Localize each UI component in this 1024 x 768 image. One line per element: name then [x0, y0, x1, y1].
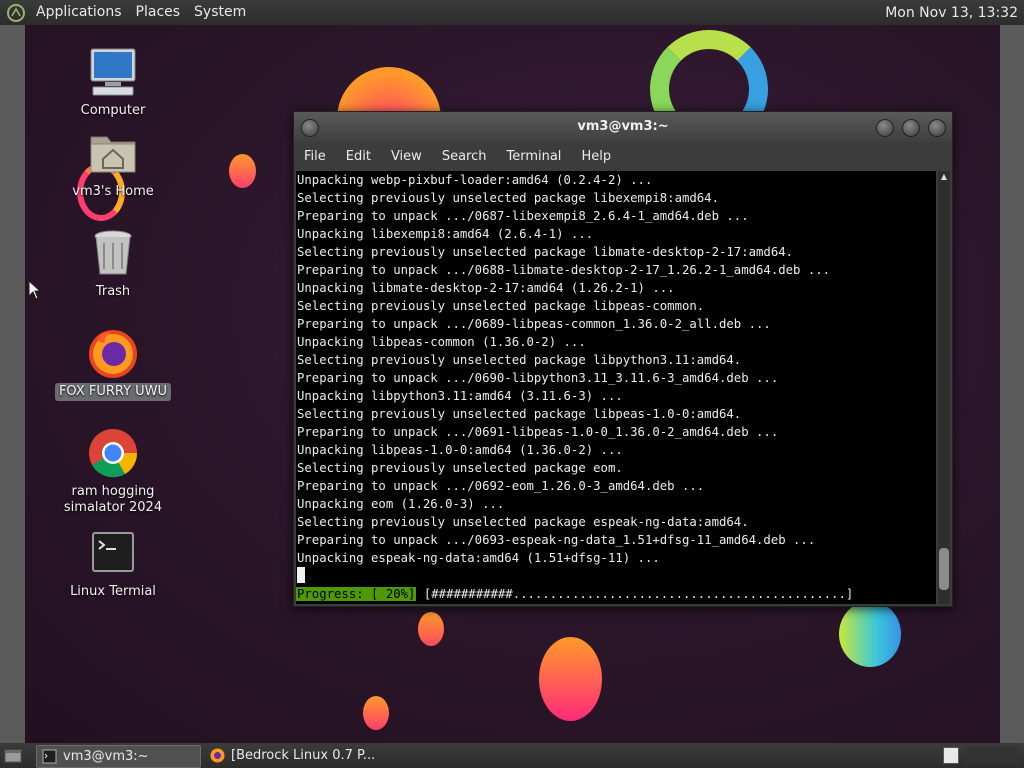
taskbar-item-label: vm3@vm3:~	[63, 749, 149, 764]
wallpaper-blob	[539, 637, 602, 721]
terminal-line: Selecting previously unselected package …	[297, 245, 794, 259]
terminal-line: Unpacking libpeas-1.0-0:amd64 (1.36.0-2)…	[297, 443, 623, 457]
terminal-icon	[92, 532, 134, 572]
terminal-line: Unpacking eom (1.26.0-3) ...	[297, 497, 505, 511]
terminal-line: Preparing to unpack .../0691-libpeas-1.0…	[297, 425, 779, 439]
terminal-line: Preparing to unpack .../0687-libexempi8_…	[297, 209, 749, 223]
home-folder-icon	[90, 136, 136, 173]
terminal-line: Preparing to unpack .../0692-eom_1.26.0-…	[297, 479, 705, 493]
progress-line: Progress: [ 20%] [###########...........…	[296, 585, 936, 603]
terminal-line: Unpacking webp-pixbuf-loader:amd64 (0.2.…	[297, 173, 653, 187]
terminal-line: Unpacking espeak-ng-data:amd64 (1.51+dfs…	[297, 551, 660, 565]
terminal-line: Unpacking libpeas-common (1.36.0-2) ...	[297, 335, 586, 349]
terminal-line: Preparing to unpack .../0689-libpeas-com…	[297, 317, 771, 331]
terminal-line: Selecting previously unselected package …	[297, 407, 742, 421]
terminal-lines: Unpacking webp-pixbuf-loader:amd64 (0.2.…	[296, 171, 936, 567]
desktop-icon-trash[interactable]: Trash	[53, 227, 173, 301]
desktop-icon-firefox[interactable]: FOX FURRY UWU	[53, 327, 173, 401]
terminal-line: Selecting previously unselected package …	[297, 461, 623, 475]
terminal-line: Preparing to unpack .../0688-libmate-des…	[297, 263, 831, 277]
mate-logo-icon[interactable]	[7, 3, 25, 22]
firefox-icon	[89, 330, 137, 378]
menu-edit[interactable]: Edit	[336, 149, 381, 164]
bottom-panel: vm3@vm3:~ [Bedrock Linux 0.7 P...	[0, 743, 1024, 768]
menu-view[interactable]: View	[381, 149, 432, 164]
terminal-window[interactable]: vm3@vm3:~ File Edit View Search Terminal…	[293, 111, 953, 607]
cursor-line	[296, 567, 936, 585]
taskbar-item-label: [Bedrock Linux 0.7 P...	[231, 748, 376, 763]
menu-search[interactable]: Search	[432, 149, 497, 164]
taskbar-item-firefox[interactable]: [Bedrock Linux 0.7 P...	[205, 745, 401, 766]
terminal-line: Selecting previously unselected package …	[297, 353, 742, 367]
close-button[interactable]	[928, 119, 946, 137]
trash-icon	[94, 230, 132, 275]
right-edge-strip	[1000, 25, 1024, 743]
wallpaper-blob	[839, 601, 901, 667]
mouse-pointer-icon	[28, 280, 42, 300]
terminal-line: Unpacking libpython3.11:amd64 (3.11.6-3)…	[297, 389, 623, 403]
terminal-line: Preparing to unpack .../0693-espeak-ng-d…	[297, 533, 816, 547]
desktop-icon-computer[interactable]: Computer	[53, 46, 173, 120]
terminal-line: Selecting previously unselected package …	[297, 515, 749, 529]
chrome-icon	[89, 429, 138, 478]
system-menu[interactable]: System	[187, 0, 253, 25]
scrollbar-thumb[interactable]	[939, 548, 949, 590]
window-title: vm3@vm3:~	[577, 119, 669, 134]
desktop-icon-terminal[interactable]: Linux Termial	[53, 527, 173, 601]
maximize-button[interactable]	[902, 119, 920, 137]
terminal-line: Preparing to unpack .../0690-libpython3.…	[297, 371, 779, 385]
terminal-output[interactable]: Unpacking webp-pixbuf-loader:amd64 (0.2.…	[296, 171, 936, 604]
terminal-line: Unpacking libmate-desktop-2-17:amd64 (1.…	[297, 281, 675, 295]
taskbar-item-terminal[interactable]: vm3@vm3:~	[36, 745, 201, 768]
top-panel: Applications Places System Mon Nov 13, 1…	[0, 0, 1024, 25]
clock[interactable]: Mon Nov 13, 13:32	[885, 5, 1024, 21]
firefox-icon	[210, 748, 225, 763]
menu-file[interactable]: File	[294, 149, 336, 164]
text-cursor	[297, 567, 305, 583]
scroll-up-icon[interactable]: ▲	[938, 171, 950, 183]
places-menu[interactable]: Places	[129, 0, 188, 25]
terminal-icon	[42, 749, 57, 764]
wallpaper-blob	[229, 154, 256, 188]
applications-menu[interactable]: Applications	[29, 0, 129, 25]
progress-label: Progress: [ 20%]	[296, 587, 417, 601]
left-edge-strip	[0, 25, 25, 743]
menu-terminal[interactable]: Terminal	[496, 149, 571, 164]
menu-help[interactable]: Help	[571, 149, 621, 164]
minimize-button[interactable]	[876, 119, 894, 137]
window-titlebar[interactable]: vm3@vm3:~	[294, 112, 952, 142]
terminal-scrollbar[interactable]: ▲	[938, 171, 950, 604]
terminal-line: Unpacking libexempi8:amd64 (2.6.4-1) ...	[297, 227, 594, 241]
terminal-line: Selecting previously unselected package …	[297, 191, 719, 205]
show-desktop-icon[interactable]	[4, 748, 22, 763]
wallpaper-blob	[418, 612, 444, 646]
terminal-menubar: File Edit View Search Terminal Help	[294, 142, 952, 170]
progress-bar: [###########............................…	[416, 587, 854, 601]
window-menu-icon[interactable]	[301, 119, 319, 137]
workspace-switcher[interactable]	[943, 747, 959, 764]
terminal-line: Selecting previously unselected package …	[297, 299, 705, 313]
desktop-icon-chrome[interactable]: ram hogging simalator 2024	[53, 427, 173, 517]
desktop-icon-home[interactable]: vm3's Home	[53, 127, 173, 201]
wallpaper-blob	[363, 696, 389, 730]
computer-icon	[90, 48, 136, 96]
workspace-switcher-empty[interactable]	[965, 747, 1019, 764]
